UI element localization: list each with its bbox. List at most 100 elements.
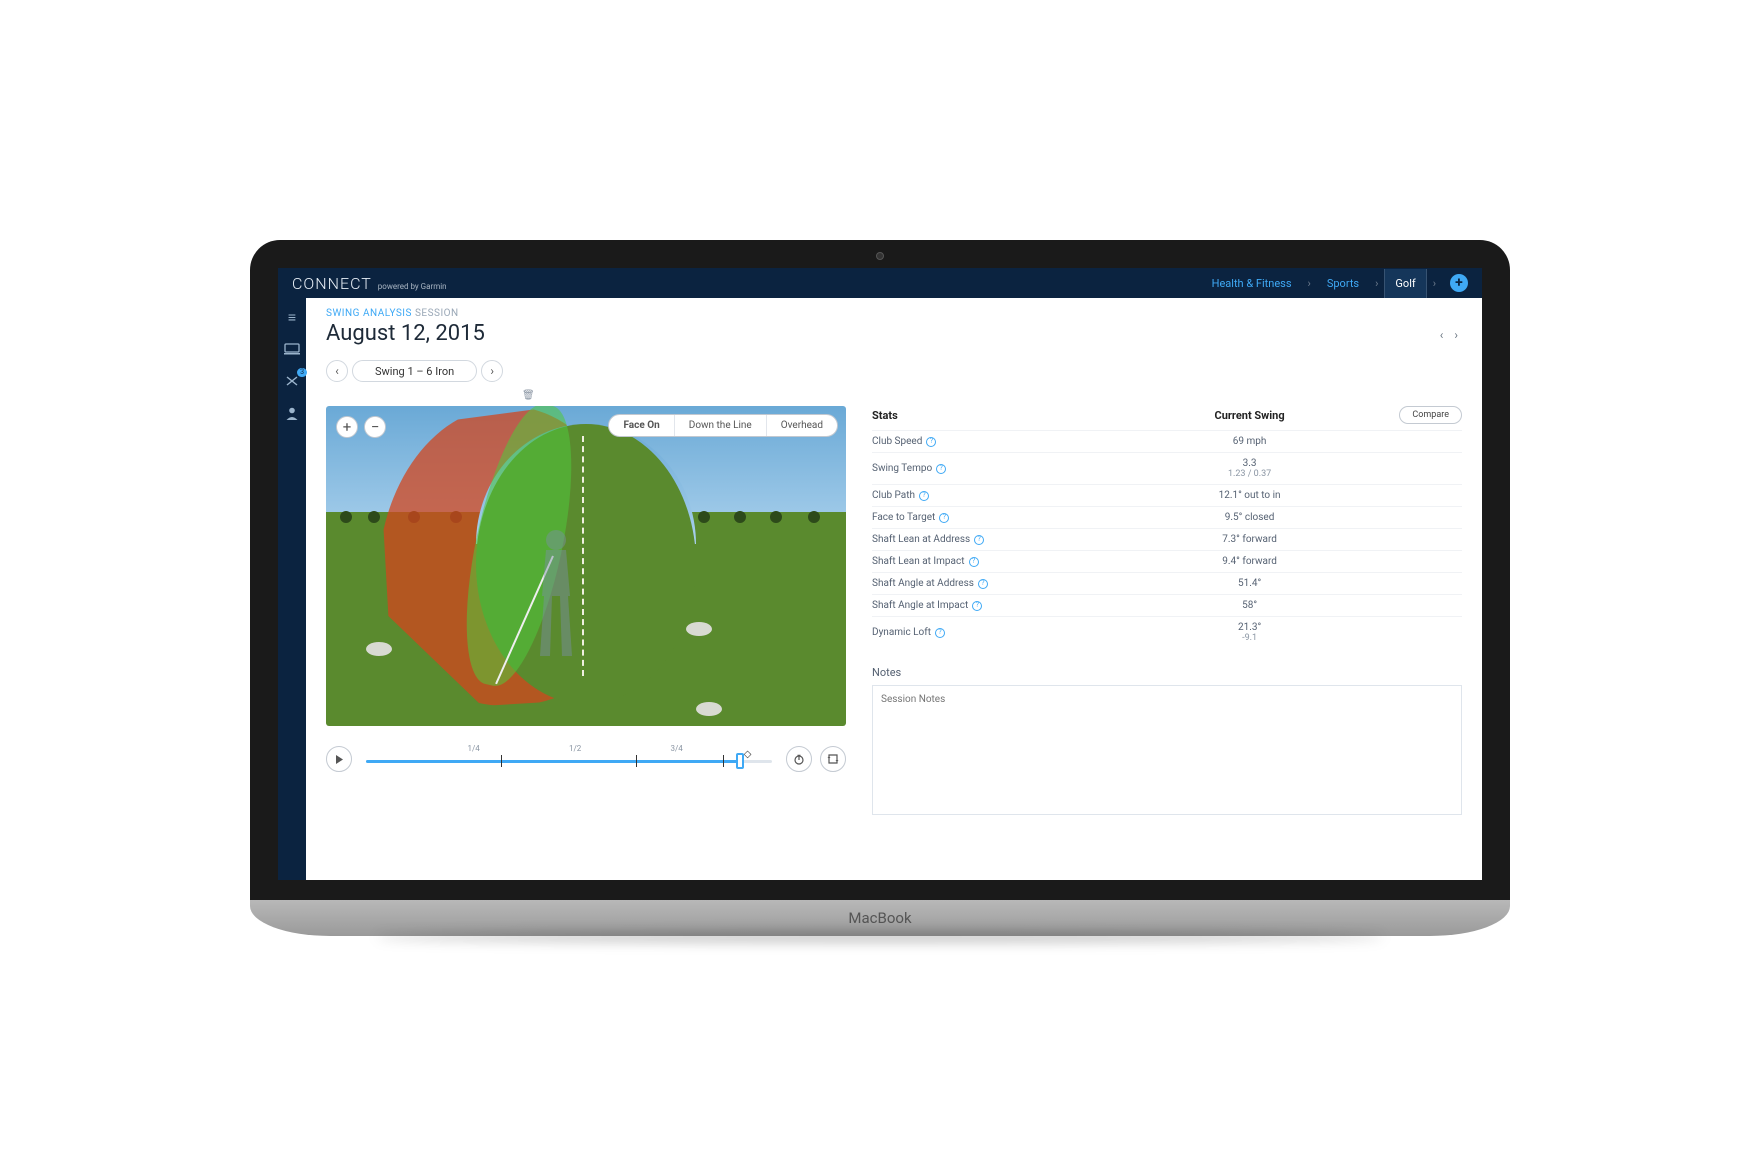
cloud-icon <box>686 622 712 636</box>
visualizer-column: + − Face On Down the Line Overhead <box>326 402 846 774</box>
stat-label: Shaft Angle at Address <box>872 578 974 589</box>
stat-value: 7.3° forward <box>1143 534 1355 545</box>
page-title: August 12, 2015 <box>326 321 1462 346</box>
info-icon[interactable]: ? <box>939 513 949 523</box>
stat-value: 3.31.23 / 0.37 <box>1143 458 1355 479</box>
brand[interactable]: CONNECT powered by Garmin <box>292 274 447 293</box>
nav-link-sports[interactable]: Sports <box>1317 269 1369 298</box>
nav-caret-icon: › <box>1302 277 1317 290</box>
next-day-button[interactable]: › <box>1450 328 1462 342</box>
stat-label: Swing Tempo <box>872 463 932 474</box>
add-button[interactable]: + <box>1450 274 1468 292</box>
breadcrumb-part2: SESSION <box>412 308 459 319</box>
stats-header-label: Stats <box>872 409 1143 422</box>
stat-label: Club Path <box>872 490 915 501</box>
stat-value: 69 mph <box>1143 436 1355 447</box>
stat-subvalue: 1.23 / 0.37 <box>1143 469 1355 479</box>
timeline-track[interactable]: 1/4 1/2 3/4 <box>366 744 772 774</box>
timeline-handle[interactable] <box>736 753 744 769</box>
zoom-out-button[interactable]: − <box>364 416 386 438</box>
info-icon[interactable]: ? <box>926 437 936 447</box>
nav-caret-icon: › <box>1427 277 1442 290</box>
camera-icon <box>876 252 884 260</box>
info-icon[interactable]: ? <box>935 628 945 638</box>
playback-timeline: 1/4 1/2 3/4 <box>326 744 846 774</box>
swing-visualizer[interactable]: + − Face On Down the Line Overhead <box>326 406 846 726</box>
stat-label: Dynamic Loft <box>872 627 931 638</box>
stat-row-dynamic-loft: Dynamic Loft? 21.3°-9.1 <box>872 616 1462 648</box>
profile-icon[interactable] <box>283 404 301 422</box>
next-swing-button[interactable]: › <box>481 360 503 382</box>
laptop-base: MacBook <box>250 900 1510 936</box>
hamburger-icon[interactable]: ≡ <box>283 308 301 326</box>
main-content: SWING ANALYSIS SESSION August 12, 2015 ‹… <box>306 298 1482 880</box>
brand-subtext: powered by Garmin <box>378 282 447 291</box>
stat-row-club-speed: Club Speed? 69 mph <box>872 430 1462 452</box>
stat-label: Shaft Angle at Impact <box>872 600 968 611</box>
stats-panel: Stats Current Swing Compare Club Speed? … <box>872 402 1462 819</box>
app-screen: CONNECT powered by Garmin Health & Fitne… <box>278 268 1482 880</box>
stat-label: Shaft Lean at Address <box>872 534 970 545</box>
swing-selector: ‹ Swing 1 – 6 Iron › <box>326 360 1462 382</box>
play-button[interactable] <box>326 746 352 772</box>
cloud-icon <box>366 642 392 656</box>
laptop-frame: CONNECT powered by Garmin Health & Fitne… <box>250 240 1510 936</box>
screen-bezel: CONNECT powered by Garmin Health & Fitne… <box>250 240 1510 900</box>
stat-value: 12.1° out to in <box>1143 490 1355 501</box>
stat-value: 9.5° closed <box>1143 512 1355 523</box>
breadcrumb: SWING ANALYSIS SESSION <box>326 308 1462 319</box>
stat-row-shaft-lean-address: Shaft Lean at Address? 7.3° forward <box>872 528 1462 550</box>
view-tabs: Face On Down the Line Overhead <box>608 414 838 437</box>
stat-subvalue: -9.1 <box>1143 633 1355 643</box>
trash-icon[interactable]: 🗑 <box>522 390 535 401</box>
stat-row-swing-tempo: Swing Tempo? 3.31.23 / 0.37 <box>872 452 1462 484</box>
swing-label[interactable]: Swing 1 – 6 Iron <box>352 360 477 382</box>
stat-value: 9.4° forward <box>1143 556 1355 567</box>
info-icon[interactable]: ? <box>969 557 979 567</box>
info-icon[interactable]: ? <box>972 601 982 611</box>
info-icon[interactable]: ? <box>936 464 946 474</box>
notes-label: Notes <box>872 666 1462 679</box>
stat-value: 58° <box>1143 600 1355 611</box>
zoom-controls: + − <box>336 416 386 438</box>
speed-button[interactable] <box>786 746 812 772</box>
top-nav: CONNECT powered by Garmin Health & Fitne… <box>278 268 1482 298</box>
stat-row-shaft-angle-impact: Shaft Angle at Impact? 58° <box>872 594 1462 616</box>
breadcrumb-part1[interactable]: SWING ANALYSIS <box>326 308 412 319</box>
compare-button[interactable]: Compare <box>1399 406 1462 424</box>
stats-header: Stats Current Swing Compare <box>872 406 1462 430</box>
nav-caret-icon: › <box>1369 277 1384 290</box>
info-icon[interactable]: ? <box>978 579 988 589</box>
stat-label: Shaft Lean at Impact <box>872 556 965 567</box>
golfer-figure-icon <box>526 526 586 666</box>
stat-row-shaft-lean-impact: Shaft Lean at Impact? 9.4° forward <box>872 550 1462 572</box>
tab-overhead[interactable]: Overhead <box>767 415 837 436</box>
page-date-nav: ‹ › <box>1436 328 1462 342</box>
tab-face-on[interactable]: Face On <box>609 415 674 436</box>
prev-day-button[interactable]: ‹ <box>1436 328 1448 342</box>
stats-header-current: Current Swing <box>1143 409 1355 422</box>
sidebar: ≡ 3 <box>278 298 306 880</box>
info-icon[interactable]: ? <box>974 535 984 545</box>
top-nav-right: Health & Fitness › Sports › Golf › + <box>1202 269 1468 298</box>
stat-row-shaft-angle-address: Shaft Angle at Address? 51.4° <box>872 572 1462 594</box>
stat-row-face-to-target: Face to Target? 9.5° closed <box>872 506 1462 528</box>
device-icon[interactable] <box>283 340 301 358</box>
stat-label: Face to Target <box>872 512 935 523</box>
impact-marker-icon: ◇ <box>744 750 752 758</box>
nav-tab-golf[interactable]: Golf <box>1384 269 1426 298</box>
nav-link-health[interactable]: Health & Fitness <box>1202 269 1302 298</box>
prev-swing-button[interactable]: ‹ <box>326 360 348 382</box>
System: 030 System: 030 System: 030 System: 030: 21.3°-9.1 <box>1143 622 1355 643</box>
swing-icon[interactable]: 3 <box>283 372 301 390</box>
timeline-progress <box>366 760 740 763</box>
cloud-icon <box>696 702 722 716</box>
zoom-in-button[interactable]: + <box>336 416 358 438</box>
stat-row-club-path: Club Path? 12.1° out to in <box>872 484 1462 506</box>
session-notes-input[interactable] <box>872 685 1462 815</box>
badge-count: 3 <box>297 368 307 377</box>
info-icon[interactable]: ? <box>919 491 929 501</box>
stat-label: Club Speed <box>872 436 922 447</box>
loop-button[interactable] <box>820 746 846 772</box>
tab-down-the-line[interactable]: Down the Line <box>675 415 767 436</box>
